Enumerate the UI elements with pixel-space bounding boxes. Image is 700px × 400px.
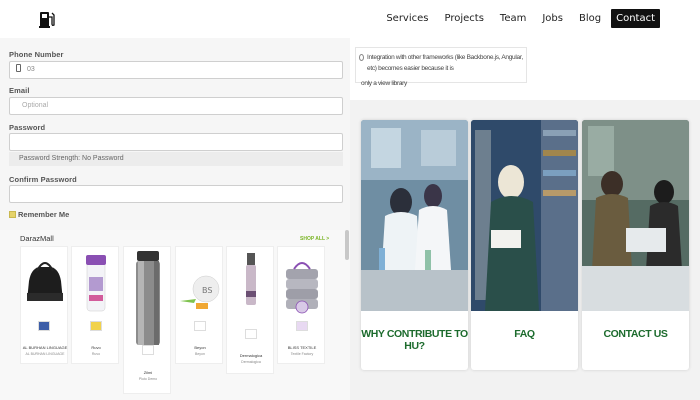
- top-navbar: Services Projects Team Jobs Blog Contact: [0, 0, 700, 38]
- daraz-title: DarazMall: [20, 234, 54, 243]
- confirm-password-label: Confirm Password: [9, 175, 77, 184]
- product-card[interactable]: BS Beyon Beyon: [175, 246, 223, 364]
- phone-label: Phone Number: [9, 50, 64, 59]
- office-photo: [582, 120, 689, 311]
- password-input[interactable]: [9, 133, 343, 151]
- product-name: BLISS TEXTILE: [287, 345, 317, 350]
- nav-services[interactable]: Services: [380, 9, 434, 28]
- product-name: Ruvo: [91, 345, 101, 350]
- product-name: Dermalogica: [239, 353, 263, 358]
- main-nav: Services Projects Team Jobs Blog Contact: [376, 9, 660, 28]
- lab-photo: [361, 120, 468, 311]
- card-label: WHY CONTRIBUTE TO HU?: [361, 328, 468, 352]
- product-image: [27, 262, 63, 301]
- card-label: FAQ: [514, 328, 535, 340]
- signup-form: Phone Number 03 Email Optional Password …: [0, 38, 350, 230]
- nav-team[interactable]: Team: [494, 9, 532, 28]
- card-contact-us[interactable]: CONTACT US: [582, 120, 689, 370]
- brand-logo: [142, 345, 154, 355]
- shop-all-link[interactable]: SHOP ALL >: [300, 236, 329, 242]
- scrollbar[interactable]: [345, 230, 349, 260]
- brand-logo: [245, 329, 257, 339]
- radio-icon[interactable]: [359, 54, 364, 61]
- product-image: [86, 255, 106, 312]
- note-tail: only a view library: [361, 80, 407, 87]
- product-name: Zilmi: [143, 370, 153, 375]
- remember-me[interactable]: Remember Me: [9, 210, 69, 219]
- brand-logo: [90, 321, 102, 331]
- fuel-pump-icon[interactable]: [38, 9, 56, 29]
- svg-text:BS: BS: [202, 286, 212, 295]
- product-name: AL BURHAN LINGUAGE: [22, 345, 68, 350]
- note-text: Integration with other frameworks (like …: [367, 54, 523, 72]
- product-card[interactable]: Zilmi Pluto Demo: [123, 246, 171, 394]
- daraz-mall-panel: DarazMall SHOP ALL > AL BURHAN LINGUAGE …: [0, 230, 350, 400]
- product-card[interactable]: Dermalogica Dermalogica: [226, 246, 274, 374]
- product-sub: Beyon: [195, 352, 205, 356]
- phone-value: 03: [27, 66, 35, 73]
- product-name: Beyon: [194, 345, 206, 350]
- library-photo: [471, 120, 578, 311]
- product-sub: Pluto Demo: [138, 377, 158, 381]
- info-note: Integration with other frameworks (like …: [355, 47, 527, 83]
- product-image: [136, 251, 160, 345]
- email-label: Email: [9, 86, 30, 95]
- card-faq[interactable]: FAQ: [471, 120, 578, 370]
- product-sub: Textile Factory: [290, 352, 314, 356]
- brand-logo: [194, 321, 206, 331]
- phone-icon: [16, 64, 21, 72]
- card-label: CONTACT US: [603, 328, 668, 340]
- product-sub: AL BURHAN LINGUAGE: [25, 352, 65, 356]
- remember-label: Remember Me: [18, 210, 70, 219]
- product-image: BS: [180, 275, 220, 309]
- email-input[interactable]: Optional: [9, 97, 343, 115]
- product-image: [246, 253, 256, 305]
- remember-checkbox[interactable]: [9, 211, 16, 218]
- product-image: [286, 262, 318, 314]
- card-why-contribute[interactable]: WHY CONTRIBUTE TO HU?: [361, 120, 468, 370]
- password-label: Password: [9, 123, 46, 132]
- nav-jobs[interactable]: Jobs: [536, 9, 569, 28]
- product-card[interactable]: BLISS TEXTILE Textile Factory: [277, 246, 325, 364]
- nav-blog[interactable]: Blog: [573, 9, 607, 28]
- product-card[interactable]: AL BURHAN LINGUAGE AL BURHAN LINGUAGE: [20, 246, 68, 364]
- nav-contact-button[interactable]: Contact: [611, 9, 660, 28]
- confirm-password-input[interactable]: [9, 185, 343, 203]
- links-panel: WHY CONTRIBUTE TO HU? FAQ CONTACT US: [350, 100, 700, 400]
- product-sub: Dermalogica: [241, 360, 261, 364]
- brand-logo: [296, 321, 308, 331]
- email-placeholder: Optional: [22, 102, 49, 109]
- product-sub: Ruvo: [91, 352, 101, 356]
- password-strength: Password Strength: No Password: [9, 152, 343, 166]
- product-card[interactable]: Ruvo Ruvo: [71, 246, 119, 364]
- brand-logo: [38, 321, 50, 331]
- nav-projects[interactable]: Projects: [438, 9, 489, 28]
- phone-input[interactable]: 03: [9, 61, 343, 79]
